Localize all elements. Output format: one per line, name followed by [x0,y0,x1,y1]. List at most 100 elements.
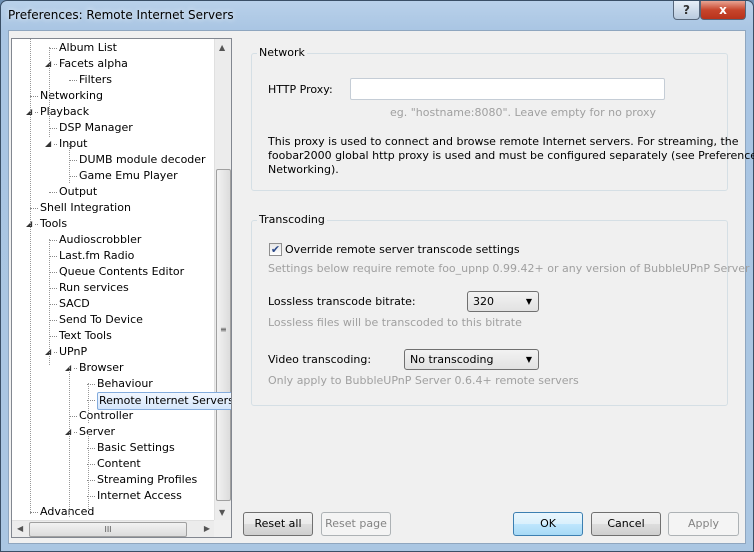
tree-connector [35,112,38,113]
tree-item[interactable]: ◢ Browser [12,360,216,376]
horizontal-scrollbar[interactable]: ◀ III ▶ [12,520,215,537]
tree-connector [30,208,38,209]
transcoding-group-title: Transcoding [257,213,327,226]
tree-item-label: Behaviour [97,377,153,390]
tree-item-label: Shell Integration [40,201,131,214]
tree-item-label: Facets alpha [59,57,128,70]
preferences-tree[interactable]: ▲ ≡ ▼ ◀ III ▶ Album List ◢ Facets alpha Fil… [11,38,232,538]
vertical-scroll-thumb[interactable]: ≡ [216,169,231,501]
lossless-bitrate-select[interactable]: 320 ▼ [467,291,539,312]
window-title: Preferences: Remote Internet Servers [8,8,234,22]
tree-item[interactable]: Shell Integration [12,200,216,216]
tree-item[interactable]: ◢ Playback [12,104,216,120]
tree-item-label: Output [59,185,98,198]
tree-connector [69,176,77,177]
reset-page-button[interactable]: Reset page [321,512,391,536]
expanded-arrow-icon[interactable]: ◢ [45,136,51,152]
tree-item[interactable]: ◢ UPnP [12,344,216,360]
tree-item-label: Game Emu Player [79,169,178,182]
scroll-left-icon[interactable]: ◀ [17,524,23,533]
description-line: Networking). [268,163,339,176]
lossless-bitrate-label: Lossless transcode bitrate: [268,295,416,308]
tree-connector [30,512,38,513]
reset-all-button[interactable]: Reset all [243,512,313,536]
http-proxy-label: HTTP Proxy: [268,83,333,96]
tree-connector [69,160,77,161]
tree-item[interactable]: Internet Access [12,488,216,504]
tree-item-label: Tools [40,217,68,230]
tree-item-label: Audioscrobbler [59,233,142,246]
tree-item[interactable]: Send To Device [12,312,216,328]
tree-item[interactable]: Content [12,456,216,472]
horizontal-scroll-thumb[interactable]: III [29,522,187,537]
checkmark-icon: ✔ [270,243,281,256]
tree-item[interactable]: Basic Settings [12,440,216,456]
tree-connector [69,416,77,417]
description-line: This proxy is used to connect and browse… [268,135,739,148]
tree-item[interactable]: Controller [12,408,216,424]
scroll-right-icon[interactable]: ▶ [204,524,210,533]
tree-item-label: Playback [40,105,90,118]
tree-item[interactable]: Networking [12,88,216,104]
select-value: No transcoding [410,353,494,366]
tree-guide-line [88,383,89,423]
network-group-title: Network [257,46,307,59]
cancel-button[interactable]: Cancel [591,512,661,536]
http-proxy-input[interactable] [350,78,665,100]
tree-item[interactable]: Game Emu Player [12,168,216,184]
tree-connector [49,336,57,337]
tree-item[interactable]: Last.fm Radio [12,248,216,264]
select-value: 320 [473,295,494,308]
tree-item[interactable]: Run services [12,280,216,296]
tree-connector [49,48,57,49]
tree-item[interactable]: Filters [12,72,216,88]
scroll-up-icon[interactable]: ▲ [219,43,225,52]
vertical-scrollbar[interactable]: ▲ ≡ ▼ [214,39,231,521]
scroll-down-icon[interactable]: ▼ [219,508,225,517]
tree-item-label: DUMB module decoder [79,153,206,166]
tree-connector [49,256,57,257]
tree-item[interactable]: ◢ Facets alpha [12,56,216,72]
help-button[interactable]: ? [673,1,700,20]
tree-item[interactable]: Text Tools [12,328,216,344]
tree-item[interactable]: DUMB module decoder [12,152,216,168]
tree-item[interactable]: ◢ Server [12,424,216,440]
close-button[interactable]: x [700,1,746,20]
tree-item[interactable]: Advanced [12,504,216,520]
tree-connector [49,192,57,193]
tree-item[interactable]: Album List [12,40,216,56]
tree-item[interactable]: DSP Manager [12,120,216,136]
tree-item-label: Streaming Profiles [97,473,198,486]
tree-connector [49,240,57,241]
description-line: foobar2000 global http proxy is used and… [268,149,754,162]
tree-connector [35,224,38,225]
tree-item[interactable]: ◢ Tools [12,216,216,232]
tree-item-label: SACD [59,297,90,310]
override-label[interactable]: Override remote server transcode setting… [285,243,520,256]
tree-item[interactable]: SACD [12,296,216,312]
dropdown-arrow-icon: ▼ [525,355,532,364]
tree-guide-line [69,143,70,183]
tree-item[interactable]: Streaming Profiles [12,472,216,488]
tree-item[interactable]: Audioscrobbler [12,232,216,248]
tree-item[interactable]: ◢ Input [12,136,216,152]
tree-item-label: DSP Manager [59,121,133,134]
tree-connector [54,352,57,353]
tree-item-label: Basic Settings [97,441,175,454]
ok-button[interactable]: OK [513,512,583,536]
tree-guide-line [88,431,89,511]
tree-item-label: Internet Access [97,489,182,502]
dropdown-arrow-icon: ▼ [525,297,532,306]
video-transcoding-select[interactable]: No transcoding ▼ [404,349,539,370]
tree-item[interactable]: Behaviour [12,376,216,392]
tree-item[interactable]: Remote Internet Servers [12,392,231,410]
scroll-corner [214,520,231,537]
override-checkbox[interactable]: ✔ [269,243,282,256]
apply-button[interactable]: Apply [668,512,739,536]
http-proxy-hint: eg. "hostname:8080". Leave empty for no … [390,106,656,119]
tree-connector [54,64,57,65]
tree-item[interactable]: Output [12,184,216,200]
tree-connector [49,320,57,321]
tree-connector [49,128,57,129]
tree-item[interactable]: Queue Contents Editor [12,264,216,280]
